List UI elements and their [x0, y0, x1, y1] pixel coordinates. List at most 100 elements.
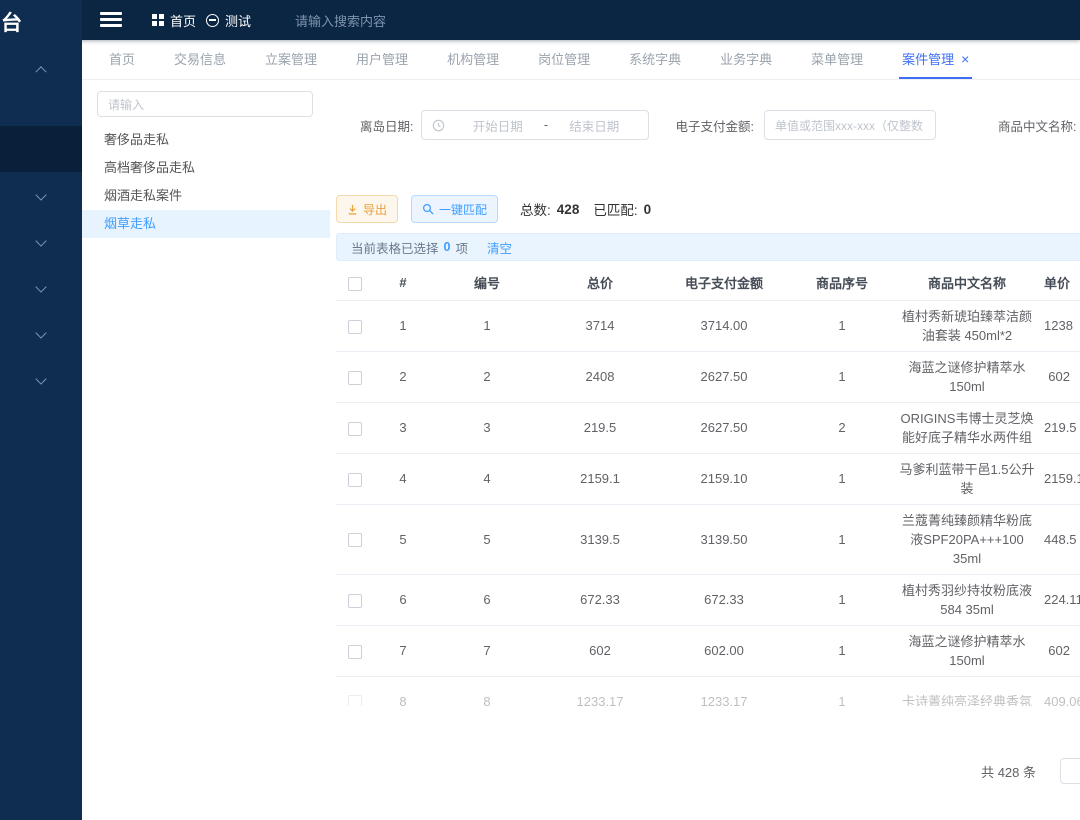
export-button-label: 导出 — [363, 201, 387, 218]
table-cell: 2159.1 — [542, 453, 658, 504]
total-count: 428 — [557, 202, 580, 217]
col-header-index: # — [374, 266, 432, 300]
export-button[interactable]: 导出 — [336, 195, 398, 223]
tab-立案管理[interactable]: 立案管理 — [262, 40, 320, 79]
close-icon[interactable]: × — [961, 52, 969, 66]
row-checkbox[interactable] — [348, 533, 362, 547]
table-cell: 2627.50 — [658, 351, 790, 402]
table-cell: 2408 — [542, 351, 658, 402]
chevron-up-icon — [35, 66, 46, 77]
table-cell: 8 — [374, 676, 432, 706]
chevron-down-icon — [35, 189, 46, 200]
table-cell: 7 — [432, 625, 542, 676]
row-checkbox[interactable] — [348, 320, 362, 334]
row-checkbox[interactable] — [348, 695, 362, 706]
topbar-test[interactable]: 测试 — [206, 0, 251, 40]
sidebar-menu-item[interactable] — [0, 264, 82, 310]
row-checkbox[interactable] — [348, 422, 362, 436]
hamburger-menu-icon[interactable] — [100, 12, 122, 28]
sidebar-menu-item[interactable] — [0, 172, 82, 218]
amount-input[interactable]: 单值或范围xxx-xxx（仅整数 — [764, 110, 936, 140]
table-row: 881233.171233.171卡诗菁纯亮泽经典香氛409.06 — [336, 676, 1080, 706]
table-row: 33219.52627.502ORIGINS韦博士灵芝焕能好底子精华水两件组21… — [336, 402, 1080, 453]
date-end-input[interactable]: 结束日期 — [550, 116, 638, 135]
col-header-price: 单价 — [1040, 266, 1080, 300]
minus-circle-icon — [206, 14, 219, 27]
one-key-match-button[interactable]: 一键匹配 — [411, 195, 498, 223]
date-range-picker[interactable]: 开始日期 - 结束日期 — [421, 110, 649, 140]
table-cell: 1 — [790, 625, 894, 676]
date-filter-label: 离岛日期: — [360, 116, 413, 135]
match-button-label: 一键匹配 — [439, 201, 487, 218]
tab-首页[interactable]: 首页 — [106, 40, 138, 79]
table-cell: 1238 — [1040, 300, 1080, 351]
toolbar: 导出 一键匹配 总数:428 已匹配:0 — [336, 194, 651, 224]
list-item[interactable]: 烟酒走私案件 — [82, 182, 330, 210]
table-cell: 672.33 — [658, 574, 790, 625]
table-cell: 1233.17 — [542, 676, 658, 706]
main-panel: 离岛日期: 开始日期 - 结束日期 电子支付金额: 单值或范围xxx-xxx（仅… — [330, 80, 1080, 820]
sidebar-menu-item[interactable] — [0, 218, 82, 264]
date-start-input[interactable]: 开始日期 — [453, 116, 541, 135]
category-search-input[interactable]: 请输入 — [97, 91, 313, 117]
tab-label: 系统字典 — [629, 49, 681, 68]
col-header-epay: 电子支付金额 — [658, 266, 790, 300]
tab-机构管理[interactable]: 机构管理 — [444, 40, 502, 79]
global-search-input[interactable]: 请输入搜索内容 — [295, 0, 455, 40]
row-checkbox[interactable] — [348, 645, 362, 659]
selection-suffix: 项 — [455, 238, 468, 257]
table-body: 1137143714.001植村秀新琥珀臻萃洁颜油套装 450ml*212382… — [336, 300, 1080, 706]
list-item[interactable]: 烟草走私 — [82, 210, 330, 238]
table-cell: 1 — [790, 574, 894, 625]
table-cell: 4 — [432, 453, 542, 504]
table-cell: 海蓝之谜修护精萃水 150ml — [894, 625, 1040, 676]
table-cell: 1 — [790, 453, 894, 504]
sidebar-menu-item[interactable] — [0, 46, 82, 92]
sidebar-menu-item[interactable] — [0, 126, 82, 172]
tab-bar: 首页交易信息立案管理用户管理 机构管理 岗位管理 系统字典 业务字典菜单管理案件管理× — [82, 40, 1080, 80]
tab-案件管理[interactable]: 案件管理× — [899, 40, 972, 79]
sidebar-menu-item[interactable] — [0, 356, 82, 402]
tab-菜单管理[interactable]: 菜单管理 — [808, 40, 866, 79]
topbar-home[interactable]: 首页 — [152, 0, 196, 40]
date-separator: - — [542, 118, 550, 132]
filter-row: 离岛日期: 开始日期 - 结束日期 电子支付金额: 单值或范围xxx-xxx（仅… — [330, 110, 1080, 140]
row-checkbox[interactable] — [348, 594, 362, 608]
tab-交易信息[interactable]: 交易信息 — [171, 40, 229, 79]
table-cell: 1233.17 — [658, 676, 790, 706]
search-icon — [422, 203, 434, 215]
sidebar-menu-item[interactable] — [0, 310, 82, 356]
table-cell: 2 — [790, 402, 894, 453]
table-cell: 2627.50 — [658, 402, 790, 453]
table-cell: 8 — [432, 676, 542, 706]
table-row: 442159.12159.101马爹利蓝带干邑1.5公升装2159.1 — [336, 453, 1080, 504]
table-cell: 1 — [432, 300, 542, 351]
table-cell: 409.06 — [1040, 676, 1080, 706]
table-cell: 3714 — [542, 300, 658, 351]
table-cell: 602 — [542, 625, 658, 676]
table-cell: 1 — [790, 351, 894, 402]
tab-用户管理[interactable]: 用户管理 — [353, 40, 411, 79]
tab-label: 机构管理 — [447, 49, 499, 68]
row-checkbox[interactable] — [348, 371, 362, 385]
content-area: 首页交易信息立案管理用户管理机构管理岗位管理系统字典业务字典菜单管理案件管理× … — [82, 40, 1080, 820]
table-cell: 1 — [374, 300, 432, 351]
clear-selection-link[interactable]: 清空 — [487, 238, 512, 257]
tab-系统字典[interactable]: 系统字典 — [626, 40, 684, 79]
category-panel: 请输入 奢侈品走私高档奢侈品走私烟酒走私案件烟草走私 — [82, 80, 330, 820]
table-cell: 6 — [432, 574, 542, 625]
tab-业务字典[interactable]: 业务字典 — [717, 40, 775, 79]
download-icon — [347, 204, 358, 215]
list-item[interactable]: 高档奢侈品走私 — [82, 154, 330, 182]
select-all-checkbox[interactable] — [348, 277, 362, 291]
list-item[interactable]: 奢侈品走私 — [82, 126, 330, 154]
table-cell: 224.11 — [1040, 574, 1080, 625]
table-cell: 3 — [432, 402, 542, 453]
table-cell: 672.33 — [542, 574, 658, 625]
row-checkbox[interactable] — [348, 473, 362, 487]
tab-label: 岗位管理 — [538, 49, 590, 68]
tab-岗位管理[interactable]: 岗位管理 — [535, 40, 593, 79]
pagination-total: 共 428 条 — [981, 762, 1036, 781]
chevron-down-icon — [35, 235, 46, 246]
page-size-select[interactable] — [1060, 758, 1080, 784]
